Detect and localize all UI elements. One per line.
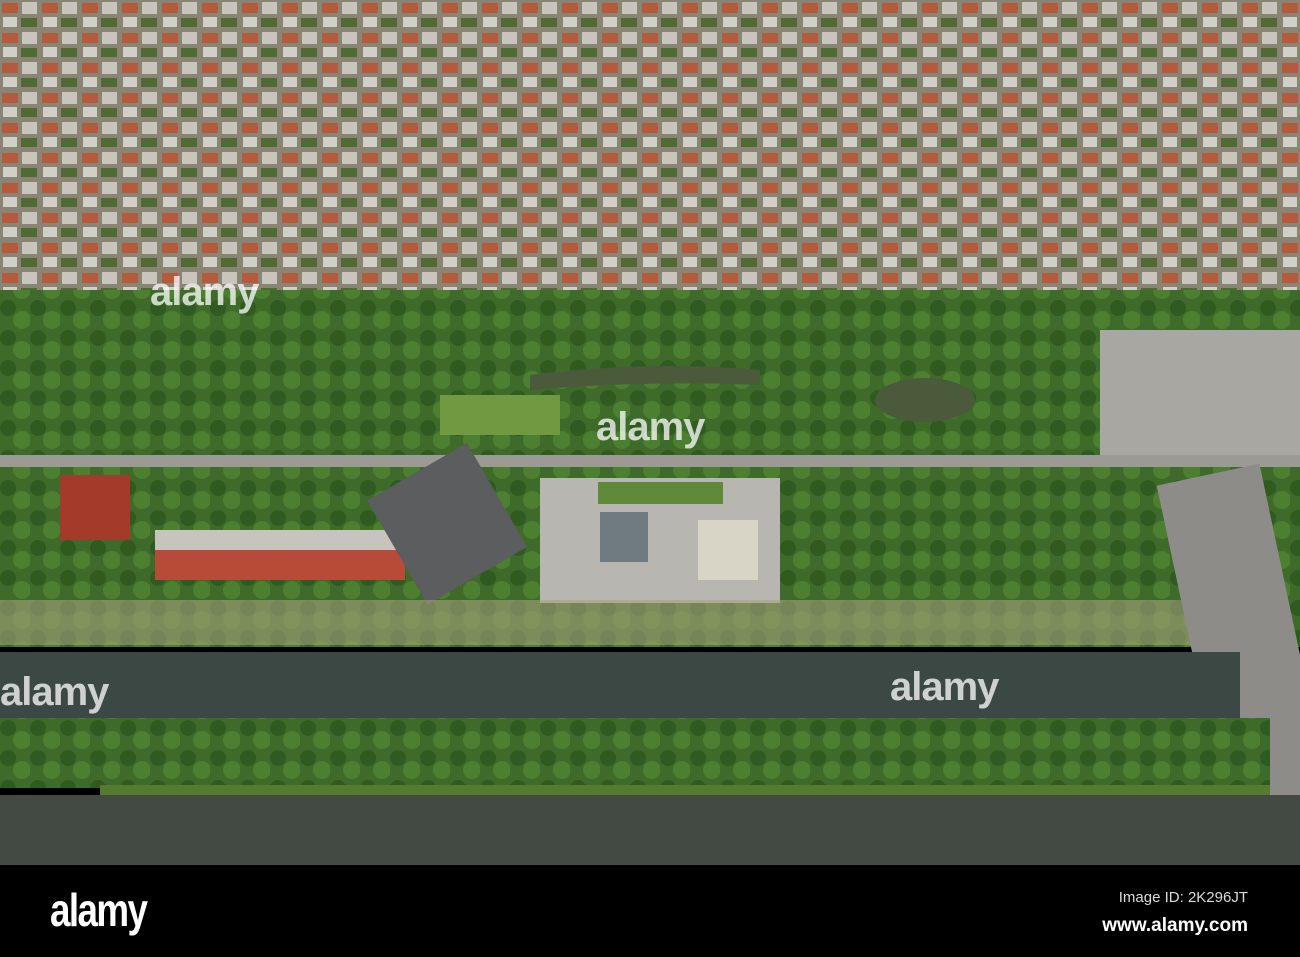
watermark: alamy xyxy=(890,665,999,709)
tree-strip xyxy=(0,718,1270,788)
watermark: alamy xyxy=(150,270,259,314)
pond xyxy=(875,378,975,422)
alamy-logo: alamy xyxy=(50,884,148,936)
watermark: alamy xyxy=(0,670,109,714)
footer-bar: alamy Image ID: 2K296JT www.alamy.com xyxy=(0,865,1300,957)
image-id: Image ID: 2K296JT xyxy=(1118,889,1248,906)
site-url: www.alamy.com xyxy=(1102,915,1248,936)
river-lower xyxy=(0,795,1300,865)
watermark: alamy xyxy=(596,405,705,449)
central-building xyxy=(600,512,648,562)
shopping-center xyxy=(1100,330,1300,460)
